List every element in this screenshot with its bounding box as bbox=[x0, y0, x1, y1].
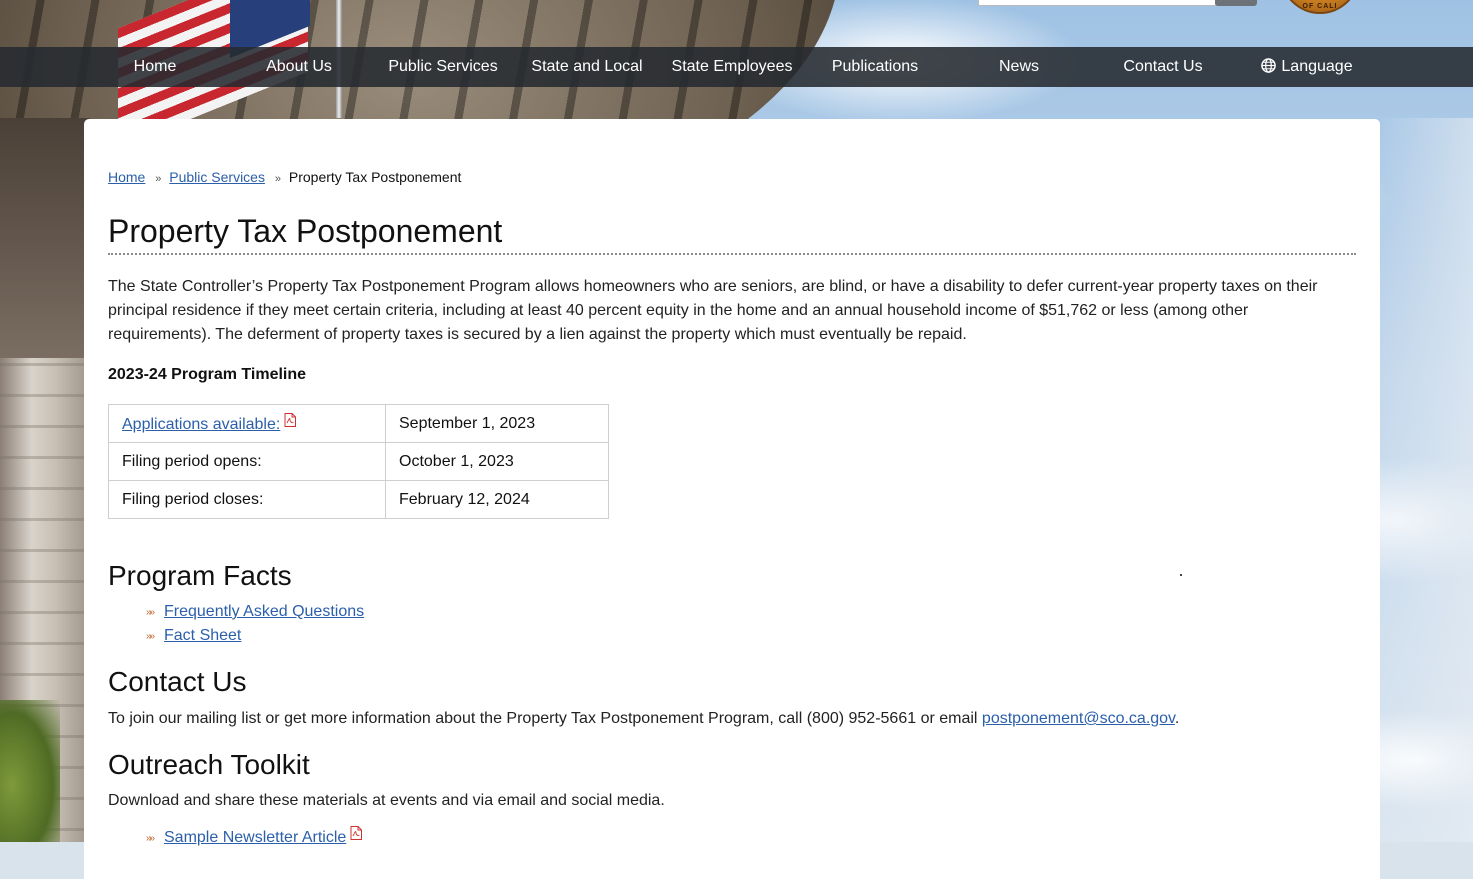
contact-us-heading: Contact Us bbox=[108, 666, 247, 697]
faq-link[interactable]: Frequently Asked Questions bbox=[164, 603, 364, 620]
intro-paragraph: The State Controller’s Property Tax Post… bbox=[108, 278, 1318, 343]
contact-trailing: . bbox=[1174, 710, 1180, 727]
timeline-heading: 2023-24 Program Timeline bbox=[108, 366, 307, 383]
outreach-list: »» Sample Newsletter Article bbox=[146, 826, 363, 850]
globe-icon bbox=[1261, 58, 1277, 73]
table-cell-label: Applications available: bbox=[108, 404, 386, 443]
table-row: Filing period closes: February 12, 2024 bbox=[108, 480, 609, 519]
nav-item-news[interactable]: News bbox=[969, 47, 1069, 87]
stray-dot bbox=[1180, 574, 1182, 576]
search-button[interactable] bbox=[1215, 0, 1257, 6]
arrow-bullet-icon: »» bbox=[146, 833, 155, 844]
email-link[interactable]: postponement@sco.ca.gov bbox=[982, 710, 1175, 727]
breadcrumb-separator-icon: » bbox=[274, 173, 281, 185]
pdf-icon[interactable] bbox=[350, 826, 363, 840]
breadcrumb-link-public-services[interactable]: Public Services bbox=[169, 169, 265, 185]
outreach-toolkit-heading: Outreach Toolkit bbox=[108, 749, 310, 780]
nav-item-state-and-local[interactable]: State and Local bbox=[522, 47, 652, 87]
nav-item-home[interactable]: Home bbox=[105, 47, 205, 87]
nav-item-language-label: Language bbox=[1281, 58, 1353, 75]
foliage bbox=[0, 700, 60, 842]
breadcrumb-link-home[interactable]: Home bbox=[108, 169, 145, 185]
pdf-icon[interactable] bbox=[284, 413, 297, 427]
page-title: Property Tax Postponement bbox=[108, 212, 1356, 255]
table-cell-label: Filing period closes: bbox=[108, 480, 386, 519]
breadcrumb-separator-icon: » bbox=[155, 173, 161, 185]
main-nav: Home About Us Public Services State and … bbox=[0, 47, 1473, 87]
table-row: Filing period opens: October 1, 2023 bbox=[108, 442, 609, 481]
seal-text: OF CALI bbox=[1302, 3, 1338, 10]
contact-paragraph: To join our mailing list or get more inf… bbox=[108, 707, 1179, 731]
table-cell-label: Filing period opens: bbox=[108, 442, 386, 481]
building-shadow bbox=[0, 118, 90, 358]
list-item: »» Frequently Asked Questions bbox=[146, 600, 364, 624]
fact-sheet-link[interactable]: Fact Sheet bbox=[164, 627, 241, 644]
contact-text: To join our mailing list or get more inf… bbox=[108, 710, 982, 727]
table-row: Applications available: September 1, 202… bbox=[108, 404, 609, 443]
sample-newsletter-link[interactable]: Sample Newsletter Article bbox=[164, 829, 346, 846]
program-facts-list: »» Frequently Asked Questions »» Fact Shee… bbox=[146, 600, 364, 648]
outreach-paragraph: Download and share these materials at ev… bbox=[108, 792, 665, 809]
right-sky-haze bbox=[1380, 118, 1473, 842]
content-panel: Home » Public Services » Property Tax Po… bbox=[84, 119, 1380, 879]
table-cell-value: September 1, 2023 bbox=[385, 404, 609, 443]
arrow-bullet-icon: »» bbox=[146, 607, 155, 618]
nav-item-public-services[interactable]: Public Services bbox=[378, 47, 508, 87]
nav-item-contact-us[interactable]: Contact Us bbox=[1108, 47, 1218, 87]
applications-available-link[interactable]: Applications available: bbox=[122, 416, 280, 433]
arrow-bullet-icon: »» bbox=[146, 631, 155, 642]
search-input[interactable] bbox=[978, 0, 1216, 6]
list-item: »» Sample Newsletter Article bbox=[146, 826, 363, 850]
breadcrumb-current: Property Tax Postponement bbox=[288, 169, 462, 185]
nav-item-publications[interactable]: Publications bbox=[815, 47, 935, 87]
breadcrumb: Home » Public Services » Property Tax Po… bbox=[108, 169, 461, 185]
table-cell-value: October 1, 2023 bbox=[385, 442, 609, 481]
timeline-table: Applications available: September 1, 202… bbox=[108, 404, 609, 519]
program-facts-heading: Program Facts bbox=[108, 560, 292, 591]
list-item: »» Fact Sheet bbox=[146, 624, 364, 648]
nav-item-language[interactable]: Language bbox=[1247, 47, 1367, 87]
table-cell-value: February 12, 2024 bbox=[385, 480, 609, 519]
nav-item-state-employees[interactable]: State Employees bbox=[662, 47, 802, 87]
nav-item-about-us[interactable]: About Us bbox=[249, 47, 349, 87]
